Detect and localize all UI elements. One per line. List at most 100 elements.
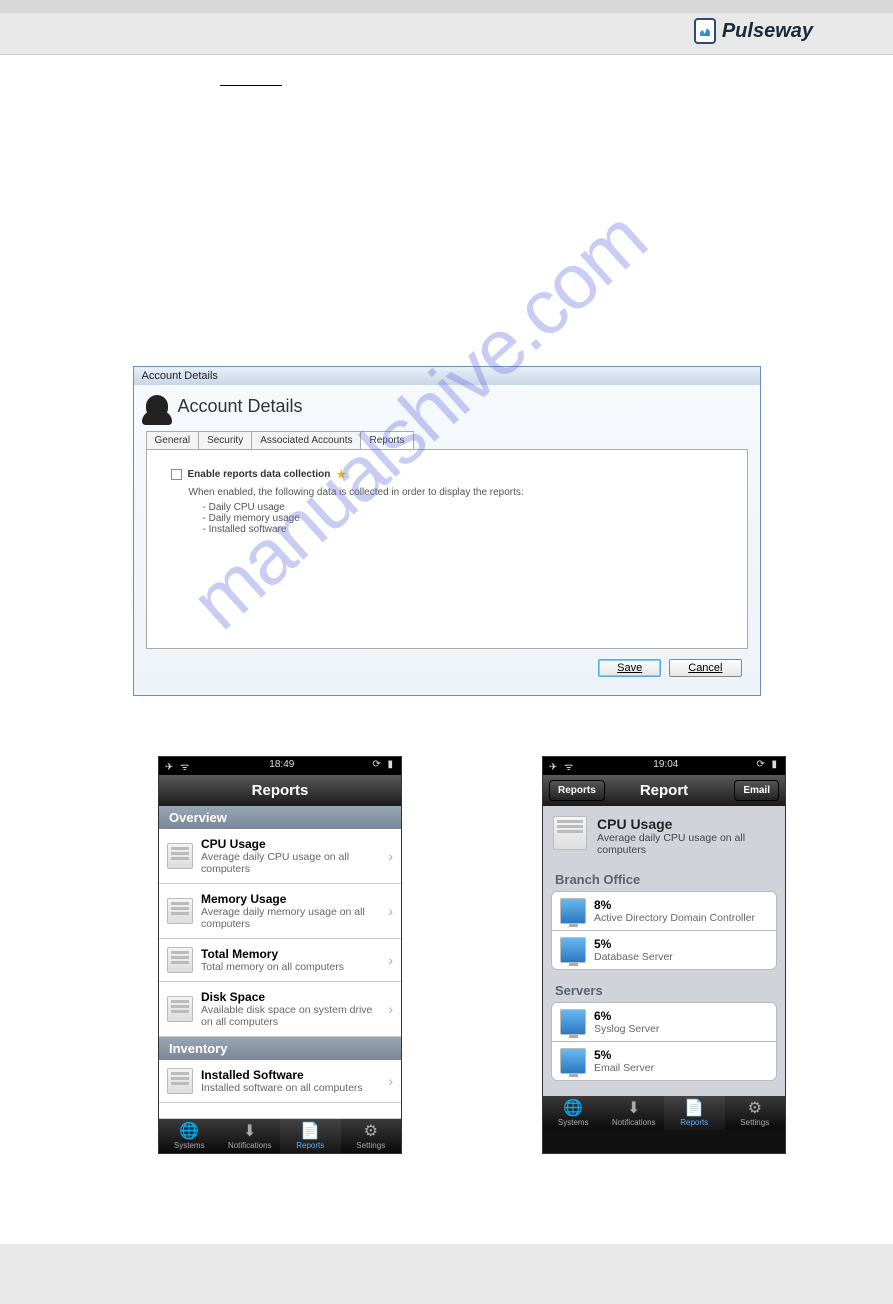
row-sub: Syslog Server xyxy=(594,1023,768,1035)
list-item: Daily CPU usage xyxy=(203,502,723,513)
gear-icon: ⚙ xyxy=(341,1123,402,1141)
tab-bar: 🌐Systems ⬇Notifications 📄Reports ⚙Settin… xyxy=(543,1096,785,1130)
status-bar: ✈ ᯤ 19:04 ⟳ ▮ xyxy=(543,757,785,775)
logo: Pulseway xyxy=(694,18,813,44)
logo-text: Pulseway xyxy=(722,20,813,43)
server-row[interactable]: 6% Syslog Server xyxy=(551,1002,777,1042)
status-bar: ✈ ᯤ 18:49 ⟳ ▮ xyxy=(159,757,401,775)
row-title: Disk Space xyxy=(201,990,380,1004)
back-button[interactable]: Reports xyxy=(549,780,605,801)
tab-associated-accounts[interactable]: Associated Accounts xyxy=(251,431,361,449)
row-sub: Active Directory Domain Controller xyxy=(594,912,768,924)
row-installed-software[interactable]: Installed Software Installed software on… xyxy=(159,1060,401,1103)
chevron-right-icon: › xyxy=(388,1073,393,1089)
list-item: Daily memory usage xyxy=(203,513,723,524)
tabbar-notifications[interactable]: ⬇Notifications xyxy=(220,1119,281,1153)
user-icon xyxy=(146,395,168,417)
row-memory-usage[interactable]: Memory Usage Average daily memory usage … xyxy=(159,884,401,939)
page-icon: 📄 xyxy=(280,1123,341,1141)
row-sub: Email Server xyxy=(594,1062,768,1074)
download-icon: ⬇ xyxy=(604,1100,665,1118)
report-icon xyxy=(553,816,587,850)
tab-bar: 🌐Systems ⬇Notifications 📄Reports ⚙Settin… xyxy=(159,1119,401,1153)
tabbar-settings[interactable]: ⚙Settings xyxy=(725,1096,786,1130)
report-title: CPU Usage xyxy=(597,816,775,832)
section-servers: Servers xyxy=(543,977,785,1002)
list-item: Installed software xyxy=(203,524,723,535)
reports-pane: Enable reports data collection ★ When en… xyxy=(146,449,748,649)
email-button[interactable]: Email xyxy=(734,780,779,801)
battery-icon: ⟳ ▮ xyxy=(756,759,779,773)
row-total-memory[interactable]: Total Memory Total memory on all compute… xyxy=(159,939,401,982)
account-details-window: Account Details Account Details General … xyxy=(133,366,761,696)
top-band: Pulseway xyxy=(0,0,893,55)
window-titlebar: Account Details xyxy=(134,367,760,385)
report-icon xyxy=(167,947,193,973)
checkbox-label: Enable reports data collection xyxy=(188,469,331,480)
tabbar-reports[interactable]: 📄Reports xyxy=(280,1119,341,1153)
monitor-icon xyxy=(560,1048,586,1074)
nav-bar: Reports xyxy=(159,775,401,806)
row-title: 6% xyxy=(594,1009,768,1023)
phone-reports-list: ✈ ᯤ 18:49 ⟳ ▮ Reports Overview CPU Usage… xyxy=(158,756,402,1154)
globe-icon: 🌐 xyxy=(543,1100,604,1118)
row-sub: Average daily memory usage on all comput… xyxy=(201,906,380,930)
row-title: 5% xyxy=(594,1048,768,1062)
nav-bar: Reports Report Email xyxy=(543,775,785,806)
section-inventory: Inventory xyxy=(159,1037,401,1060)
nav-title: Report xyxy=(640,782,688,799)
star-icon: ★ xyxy=(336,468,346,481)
section-overview: Overview xyxy=(159,806,401,829)
enable-reports-checkbox[interactable] xyxy=(171,469,182,480)
tab-security[interactable]: Security xyxy=(198,431,252,449)
section-branch-office: Branch Office xyxy=(543,866,785,891)
server-row[interactable]: 5% Email Server xyxy=(551,1041,777,1081)
row-sub: Total memory on all computers xyxy=(201,961,380,973)
report-icon xyxy=(167,898,193,924)
tab-general[interactable]: General xyxy=(146,431,200,449)
status-time: 18:49 xyxy=(269,759,294,773)
row-sub: Installed software on all computers xyxy=(201,1082,380,1094)
row-title: CPU Usage xyxy=(201,837,380,851)
page-icon: 📄 xyxy=(664,1100,725,1118)
chevron-right-icon: › xyxy=(388,1001,393,1017)
airplane-wifi-icon: ✈ ᯤ xyxy=(549,759,575,773)
chevron-right-icon: › xyxy=(388,848,393,864)
airplane-wifi-icon: ✈ ᯤ xyxy=(165,759,191,773)
nav-underline xyxy=(220,85,282,86)
report-icon xyxy=(167,996,193,1022)
report-icon xyxy=(167,1068,193,1094)
phone-report-detail: ✈ ᯤ 19:04 ⟳ ▮ Reports Report Email CPU U… xyxy=(542,756,786,1154)
row-title: 5% xyxy=(594,937,768,951)
chevron-right-icon: › xyxy=(388,952,393,968)
tabbar-systems[interactable]: 🌐Systems xyxy=(543,1096,604,1130)
collected-data-list: Daily CPU usage Daily memory usage Insta… xyxy=(203,502,723,535)
save-button[interactable]: Save xyxy=(598,659,661,677)
monitor-icon xyxy=(560,898,586,924)
gear-icon: ⚙ xyxy=(725,1100,786,1118)
report-icon xyxy=(167,843,193,869)
row-sub: Available disk space on system drive on … xyxy=(201,1004,380,1028)
tabbar-notifications[interactable]: ⬇Notifications xyxy=(604,1096,665,1130)
row-title: Memory Usage xyxy=(201,892,380,906)
row-title: 8% xyxy=(594,898,768,912)
row-title: Total Memory xyxy=(201,947,380,961)
row-sub: Database Server xyxy=(594,951,768,963)
monitor-icon xyxy=(560,937,586,963)
battery-icon: ⟳ ▮ xyxy=(372,759,395,773)
pulseway-icon xyxy=(694,18,716,44)
monitor-icon xyxy=(560,1009,586,1035)
row-disk-space[interactable]: Disk Space Available disk space on syste… xyxy=(159,982,401,1037)
tabbar-systems[interactable]: 🌐Systems xyxy=(159,1119,220,1153)
empty-row xyxy=(159,1103,401,1119)
row-cpu-usage[interactable]: CPU Usage Average daily CPU usage on all… xyxy=(159,829,401,884)
globe-icon: 🌐 xyxy=(159,1123,220,1141)
chevron-right-icon: › xyxy=(388,903,393,919)
tabbar-settings[interactable]: ⚙Settings xyxy=(341,1119,402,1153)
tabbar-reports[interactable]: 📄Reports xyxy=(664,1096,725,1130)
server-row[interactable]: 5% Database Server xyxy=(551,930,777,970)
row-title: Installed Software xyxy=(201,1068,380,1082)
cancel-button[interactable]: Cancel xyxy=(669,659,741,677)
tab-reports[interactable]: Reports xyxy=(360,431,413,449)
server-row[interactable]: 8% Active Directory Domain Controller xyxy=(551,891,777,931)
